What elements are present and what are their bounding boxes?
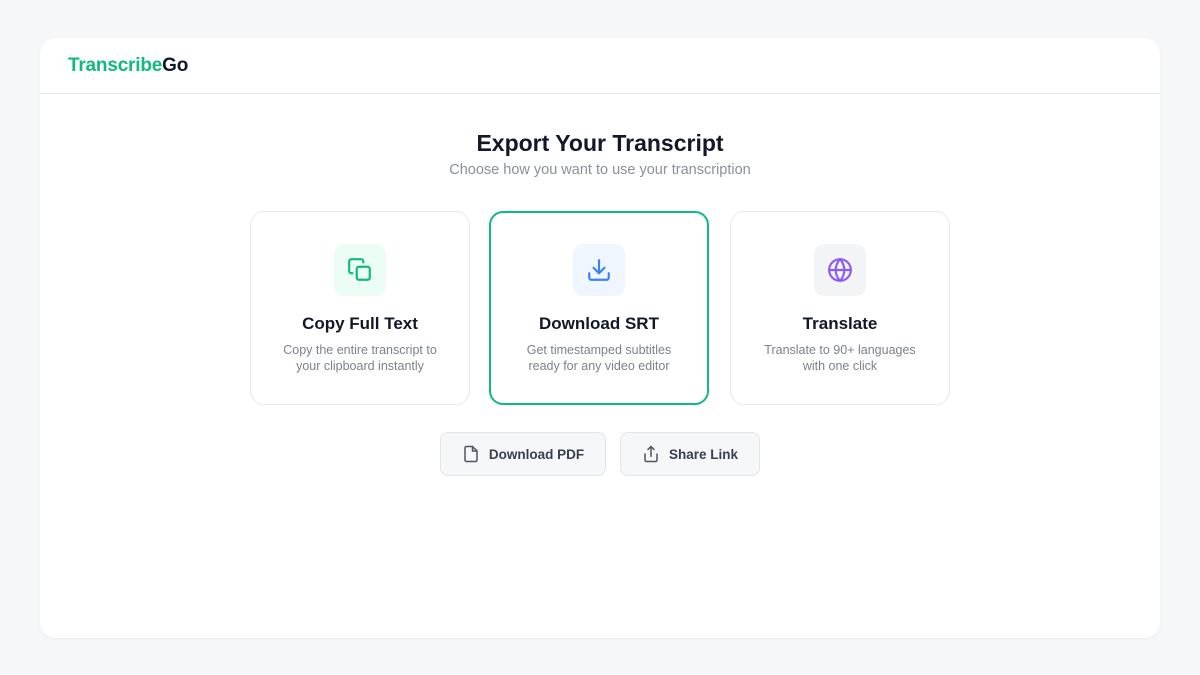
page-title: Export Your Transcript — [476, 130, 724, 156]
share-link-label: Share Link — [668, 446, 739, 462]
brand-name-part1: Transcribe — [68, 54, 163, 76]
globe-icon-box — [814, 244, 866, 296]
download-pdf-button[interactable]: Download PDF — [440, 432, 606, 476]
card-description: Get timestamped subtitles ready for any … — [526, 343, 672, 373]
translate-card[interactable]: Translate Translate to 90+ languages wit… — [730, 211, 950, 405]
card-title: Copy Full Text — [302, 314, 418, 333]
top-bar: TranscribeGo — [40, 38, 1160, 94]
download-pdf-label: Download PDF — [488, 446, 585, 462]
brand-logo[interactable]: TranscribeGo — [68, 55, 188, 77]
card-description: Translate to 90+ languages with one clic… — [764, 343, 916, 373]
copy-full-text-card[interactable]: Copy Full Text Copy the entire transcrip… — [250, 211, 470, 405]
download-icon-box — [573, 244, 625, 296]
download-srt-card[interactable]: Download SRT Get timestamped subtitles r… — [489, 211, 709, 405]
copy-icon — [348, 258, 371, 281]
card-title: Download SRT — [539, 314, 659, 333]
export-options: Copy Full Text Copy the entire transcrip… — [250, 211, 950, 405]
globe-icon — [828, 258, 852, 282]
share-icon — [644, 445, 658, 463]
app-window: TranscribeGo Export Your Transcript Choo… — [40, 38, 1160, 638]
card-title: Translate — [802, 314, 878, 333]
download-icon — [588, 259, 610, 281]
page-subtitle: Choose how you want to use your transcri… — [449, 162, 751, 178]
export-panel: Export Your Transcript Choose how you wa… — [40, 94, 1160, 638]
card-description: Copy the entire transcript to your clipb… — [283, 343, 437, 373]
file-icon — [464, 445, 478, 463]
share-link-button[interactable]: Share Link — [620, 432, 760, 476]
copy-icon-box — [334, 244, 386, 296]
brand-name-part2: Go — [162, 54, 189, 76]
